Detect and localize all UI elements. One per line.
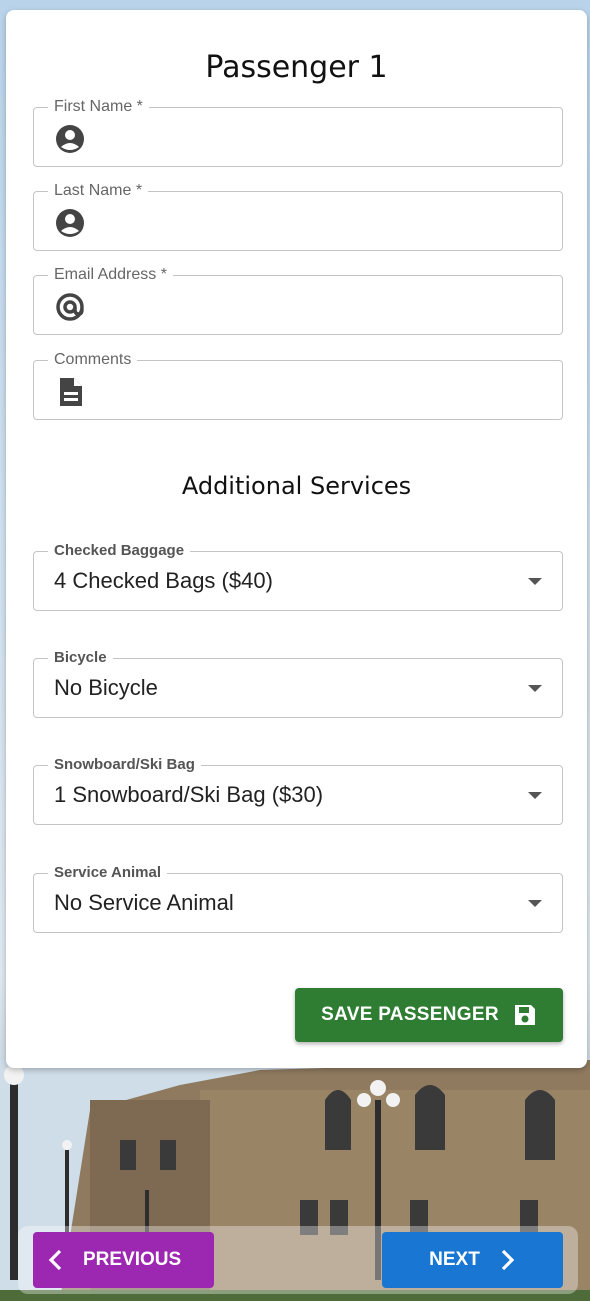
dropdown-arrow-icon [528,900,542,907]
next-button[interactable]: NEXT [382,1232,563,1288]
last-name-field[interactable]: Last Name * [33,182,563,251]
snowboard-ski-bag-select[interactable]: Snowboard/Ski Bag 1 Snowboard/Ski Bag ($… [33,756,563,825]
dropdown-arrow-icon [528,792,542,799]
dropdown-arrow-icon [528,578,542,585]
save-passenger-label: SAVE PASSENGER [321,1004,499,1025]
bicycle-select[interactable]: Bicycle No Bicycle [33,649,563,718]
service-animal-label: Service Animal [48,864,167,882]
comments-label: Comments [48,351,138,369]
at-sign-icon [56,293,84,321]
bicycle-label: Bicycle [48,649,113,667]
service-animal-value: No Service Animal [54,890,234,915]
passenger-title: Passenger 1 [205,50,388,85]
email-address-label: Email Address * [48,266,173,284]
snowboard-ski-bag-label: Snowboard/Ski Bag [48,756,201,774]
passenger-form-card: Passenger 1 First Name * Last Name * Ema… [6,10,587,1068]
email-address-field[interactable]: Email Address * [33,266,563,335]
document-icon [60,378,82,406]
chevron-left-icon [48,1249,62,1271]
bicycle-value: No Bicycle [54,675,158,700]
checked-baggage-select[interactable]: Checked Baggage 4 Checked Bags ($40) [33,542,563,611]
first-name-label: First Name * [48,98,149,116]
additional-services-title: Additional Services [181,472,412,500]
first-name-field[interactable]: First Name * [33,98,563,167]
floppy-disk-icon [514,1005,535,1025]
chevron-right-icon [501,1249,515,1271]
checked-baggage-value: 4 Checked Bags ($40) [54,568,273,593]
service-animal-select[interactable]: Service Animal No Service Animal [33,864,563,933]
comments-field[interactable]: Comments [33,351,563,420]
previous-label: PREVIOUS [83,1249,182,1270]
next-label: NEXT [429,1249,480,1270]
previous-button[interactable]: PREVIOUS [33,1232,214,1288]
account-circle-icon [56,125,84,153]
checked-baggage-label: Checked Baggage [48,542,191,560]
last-name-label: Last Name * [48,182,149,200]
snowboard-ski-bag-value: 1 Snowboard/Ski Bag ($30) [54,782,324,807]
account-circle-icon [56,209,84,237]
save-passenger-button[interactable]: SAVE PASSENGER [295,988,563,1042]
dropdown-arrow-icon [528,685,542,692]
